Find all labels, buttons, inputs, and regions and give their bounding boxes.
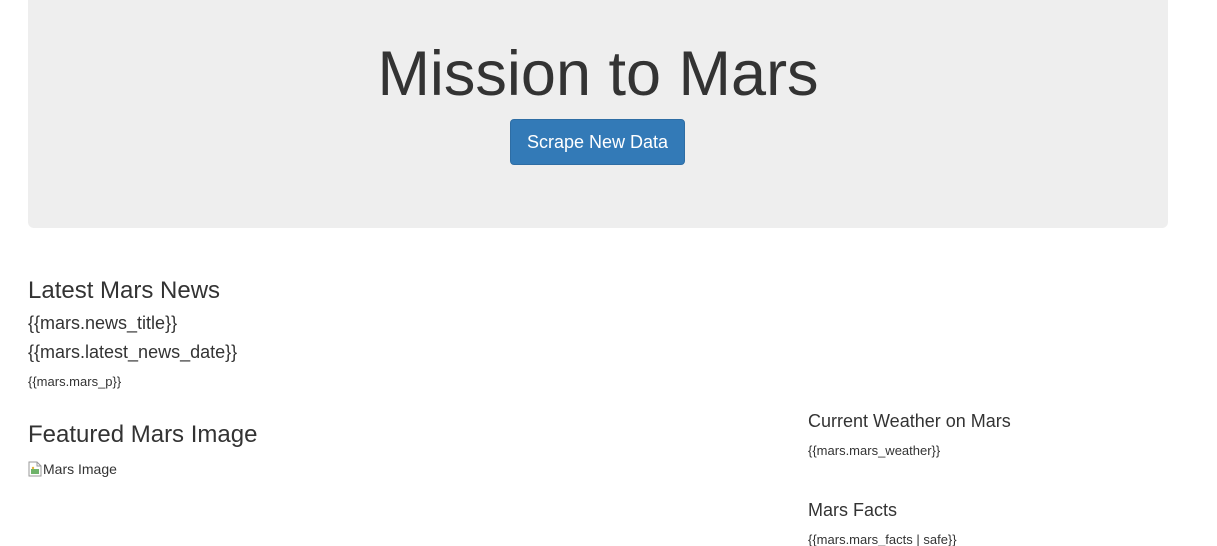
page: Mission to Mars Scrape New Data Latest M… — [0, 0, 1217, 546]
weather-value: {{mars.mars_weather}} — [808, 443, 941, 458]
broken-image-icon — [28, 461, 42, 477]
mars-facts-value: {{mars.mars_facts | safe}} — [808, 532, 957, 546]
scrape-new-data-button[interactable]: Scrape New Data — [510, 119, 685, 165]
news-title: {{mars.news_title}} — [28, 313, 178, 333]
page-title: Mission to Mars — [377, 39, 819, 109]
header-jumbotron: Mission to Mars Scrape New Data — [28, 0, 1168, 228]
news-paragraph: {{mars.mars_p}} — [28, 374, 122, 389]
weather-heading: Current Weather on Mars — [808, 411, 1011, 431]
mars-facts-heading: Mars Facts — [808, 500, 898, 520]
featured-image-heading: Featured Mars Image — [28, 421, 258, 448]
featured-image: Mars Image — [28, 459, 117, 479]
featured-image-alt-text: Mars Image — [43, 461, 117, 477]
latest-news-heading: Latest Mars News — [28, 277, 221, 304]
news-date: {{mars.latest_news_date}} — [28, 342, 238, 362]
